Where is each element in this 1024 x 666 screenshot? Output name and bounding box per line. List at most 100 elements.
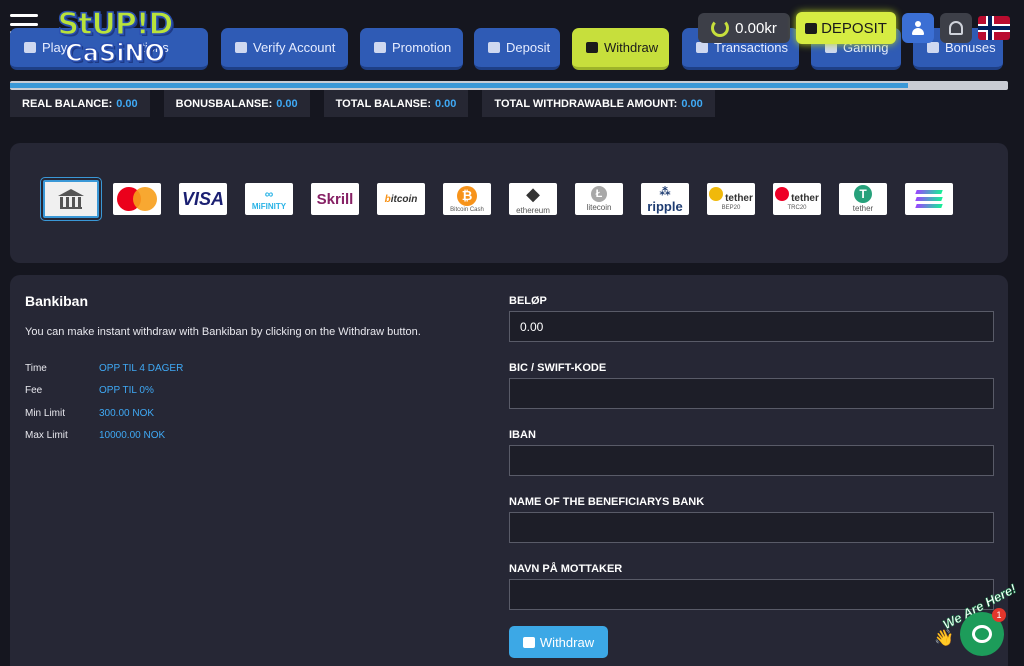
withdraw-label: Withdraw [539,634,595,650]
stat-label: TOTAL BALANSE: [335,97,431,110]
progress-fill [10,83,909,88]
method-ripple[interactable]: ⁂ ripple [641,183,689,215]
solana-icon [915,190,943,208]
tab-promotion[interactable]: Promotion [360,28,463,70]
norway-flag-icon[interactable] [978,16,1010,40]
wallet-icon [805,22,818,34]
litecoin-label: litecoin [586,203,612,212]
ethereum-label: ethereum [516,205,550,215]
top-bar: 0.00kr DEPOSIT [698,12,1010,44]
tab-withdraw[interactable]: Withdraw [572,28,669,70]
skrill-logo: Skrill [316,190,354,208]
balance-display[interactable]: 0.00kr [698,13,790,43]
bell-icon [949,21,963,35]
logo[interactable]: StUP!D CaSiNO [50,7,180,68]
chat-bubble-icon [972,625,992,643]
amount-label: BELØP [509,295,547,307]
notifications-button[interactable] [940,13,972,43]
info-row-min-limit: Min Limit 300.00 NOK [25,402,183,425]
withdraw-panel: Bankiban You can make instant withdraw w… [10,275,1008,666]
litecoin-icon: Ł [591,186,607,202]
ethereum-icon: ◆ [526,183,540,204]
tether-label: tether [725,193,753,204]
method-tether-bep20[interactable]: tether BEP20 [707,183,755,215]
method-bitcoin-cash[interactable]: ₿ Bitcoin Cash [443,183,491,215]
refresh-icon[interactable] [711,19,730,37]
method-mastercard[interactable] [113,183,161,215]
bep20-label: BEP20 [721,205,741,211]
receiver-input[interactable] [509,579,994,610]
user-icon [24,42,36,53]
method-tether-trc20[interactable]: tether TRC20 [773,183,821,215]
wallet-icon [522,636,535,648]
balance-stats: REAL BALANCE: 0.00 BONUSBALANSE: 0.00 TO… [10,90,715,117]
method-ethereum[interactable]: ◆ ethereum [509,183,557,215]
infinity-icon: ∞ [264,187,274,201]
stat-total-balance: TOTAL BALANSE: 0.00 [323,90,469,117]
method-bank[interactable] [40,177,102,221]
bank-name-input[interactable] [509,512,994,543]
tether-label: tether [791,193,819,204]
bitcoin-logo: bitcoin [384,193,418,205]
tether-label: tether [852,204,874,213]
info-row-max-limit: Max Limit 10000.00 NOK [25,425,183,448]
visa-logo: VISA [181,188,224,209]
progress-bar [10,81,1008,90]
info-value: OPP TIL 4 DAGER [99,362,184,374]
tether-icon: T [854,185,872,203]
bitcoin-cash-label: Bitcoin Cash [450,206,484,213]
info-row-fee: Fee OPP TIL 0% [25,380,183,403]
method-bitcoin[interactable]: bitcoin [377,183,425,215]
tab-deposit[interactable]: Deposit [474,28,560,70]
info-value: 300.00 NOK [99,407,155,419]
stat-label: TOTAL WITHDRAWABLE AMOUNT: [494,97,678,110]
deposit-button[interactable]: DEPOSIT [796,12,896,44]
tron-icon [775,187,790,201]
stat-value: 0.00 [276,97,298,110]
method-description: You can make instant withdraw with Banki… [25,326,421,338]
bic-input[interactable] [509,378,994,409]
info-label: Fee [25,385,43,397]
ripple-icon: ⁂ [659,185,671,198]
stat-real-balance: REAL BALANCE: 0.00 [10,90,150,117]
method-solana[interactable] [905,183,953,215]
method-tether[interactable]: T tether [839,183,887,215]
wallet-icon [586,42,598,53]
stat-label: REAL BALANCE: [22,97,113,110]
logo-line1: StUP!D [57,7,174,42]
withdraw-form: BELØP BIC / SWIFT-KODE IBAN NAME OF THE … [509,291,994,626]
withdraw-button[interactable]: Withdraw [509,626,608,658]
stat-value: 0.00 [435,97,457,110]
logo-line2: CaSiNO [64,39,165,67]
stat-label: BONUSBALANSE: [175,97,273,110]
user-check-icon [235,42,247,53]
iban-label: IBAN [509,429,536,441]
method-info: Time OPP TIL 4 DAGER Fee OPP TIL 0% Min … [25,357,183,447]
info-value: OPP TIL 0% [99,385,154,397]
bitcoin-icon: ₿ [457,185,477,206]
stat-value: 0.00 [681,97,703,110]
tab-label: Verify Account [253,40,336,55]
users-icon [374,42,386,53]
tab-label: Deposit [506,40,551,55]
method-mifinity[interactable]: ∞ MiFINITY [245,183,293,215]
payment-methods: VISA ∞ MiFINITY Skrill bitcoin ₿ Bitcoin… [10,143,1008,263]
tab-verify-account[interactable]: Verify Account [221,28,348,70]
coins-icon [488,42,500,53]
balance-amount: 0.00kr [735,19,777,37]
iban-input[interactable] [509,445,994,476]
chat-button[interactable]: 1 [960,608,1006,656]
method-skrill[interactable]: Skrill [311,183,359,215]
info-label: Max Limit [25,430,68,442]
user-button[interactable] [902,13,934,43]
info-value: 10000.00 NOK [99,430,166,442]
method-litecoin[interactable]: Ł litecoin [575,183,623,215]
tab-label: Withdraw [604,40,659,55]
bnb-icon [709,187,724,201]
amount-input[interactable] [509,311,994,342]
tab-label: Promotion [392,40,452,55]
info-label: Min Limit [25,407,66,419]
method-visa[interactable]: VISA [179,183,227,215]
stat-value: 0.00 [116,97,138,110]
mifinity-logo: MiFINITY [251,202,287,211]
